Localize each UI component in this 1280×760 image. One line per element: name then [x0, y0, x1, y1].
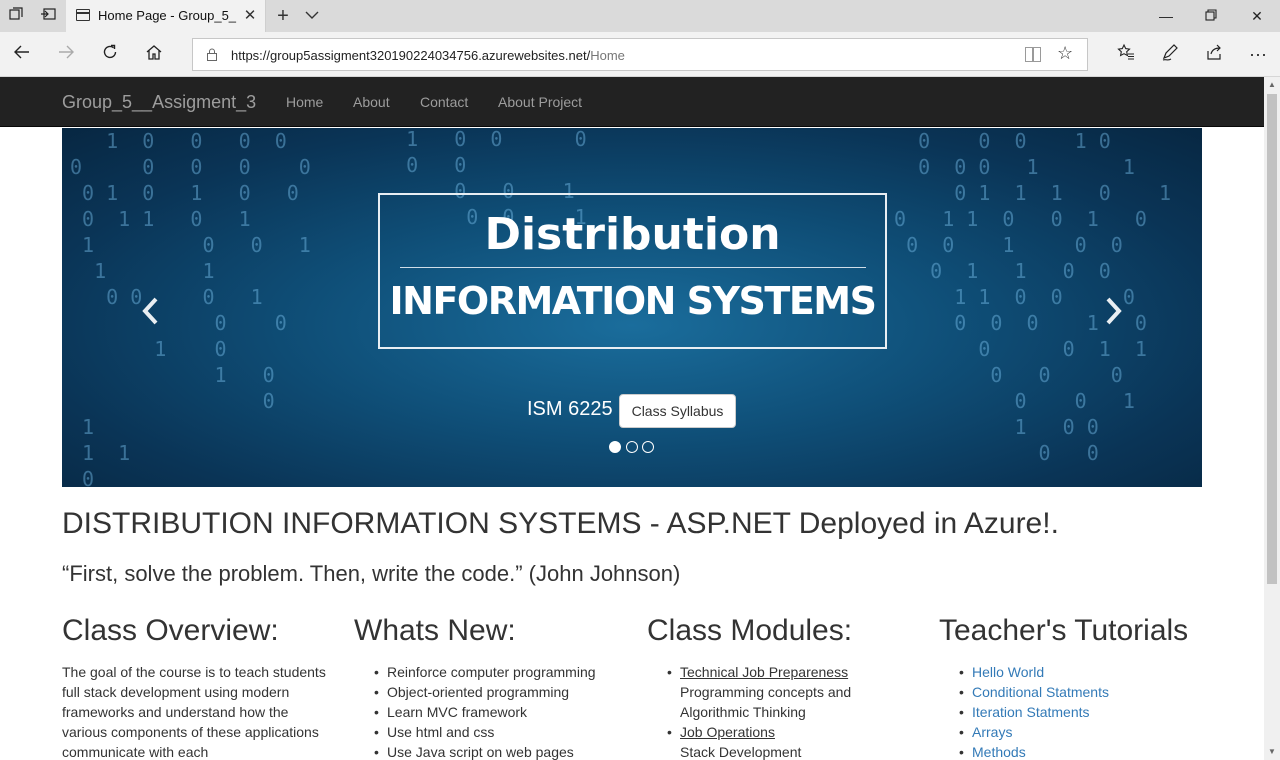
- list-item: Iteration Statments: [939, 702, 1209, 722]
- list-item: Methods: [939, 742, 1209, 760]
- carousel: 1 0 0 0 0 0 0 0 0 0 0 1 0 1 0 0 0 1 1 0 …: [62, 128, 1202, 487]
- banner-title-box: Distribution INFORMATION SYSTEMS: [378, 193, 887, 349]
- list-item: Object-oriented programming: [354, 682, 624, 702]
- restore-icon[interactable]: [1201, 6, 1221, 26]
- nav-about[interactable]: About: [353, 94, 390, 110]
- browser-tab-bar: Home Page - Group_5_ ✕ + — ✕: [0, 0, 1280, 32]
- teacher-tutorials-heading: Teacher's Tutorials: [939, 614, 1189, 647]
- list-item: Use html and css: [354, 722, 624, 742]
- close-window-icon[interactable]: ✕: [1247, 6, 1267, 26]
- page-title: DISTRIBUTION INFORMATION SYSTEMS - ASP.N…: [62, 507, 1059, 540]
- browser-toolbar: https://group5assigment320190224034756.a…: [0, 32, 1280, 77]
- address-bar[interactable]: https://group5assigment320190224034756.a…: [192, 38, 1088, 71]
- favorite-star-icon[interactable]: ☆: [1057, 43, 1073, 64]
- class-modules-heading: Class Modules:: [647, 614, 853, 647]
- url-text: https://group5assigment320190224034756.a…: [231, 48, 625, 63]
- tab-actions-icon[interactable]: [6, 6, 26, 26]
- tutorials-list: Hello World Conditional Statments Iterat…: [939, 662, 1209, 760]
- more-icon[interactable]: ⋯: [1246, 43, 1270, 67]
- class-overview-text: The goal of the course is to teach stude…: [62, 664, 326, 760]
- banner-subtitle: INFORMATION SYSTEMS: [389, 279, 877, 323]
- binary-background-left: 1 0 0 0 0 0 0 0 0 0 0 1 0 1 0 0 0 1 1 0 …: [70, 129, 311, 487]
- forward-icon[interactable]: [54, 43, 78, 67]
- quote: “First, solve the problem. Then, write t…: [62, 561, 681, 586]
- active-tab[interactable]: Home Page - Group_5_ ✕: [66, 0, 266, 32]
- pen-icon[interactable]: [1158, 43, 1182, 67]
- module-technical-job: Technical Job Prepareness: [647, 662, 917, 682]
- tutorial-link[interactable]: Iteration Statments: [972, 704, 1090, 720]
- list-item: Arrays: [939, 722, 1209, 742]
- carousel-indicator-2[interactable]: [626, 441, 638, 453]
- nav-home[interactable]: Home: [286, 94, 323, 110]
- site-brand[interactable]: Group_5__Assigment_3: [62, 92, 256, 113]
- url-host: https://group5assigment320190224034756.a…: [231, 48, 591, 63]
- banner-divider: [400, 267, 866, 268]
- nav-contact[interactable]: Contact: [420, 94, 468, 110]
- nav-about-project[interactable]: About Project: [498, 94, 582, 110]
- tutorial-link[interactable]: Methods: [972, 744, 1026, 760]
- carousel-indicator-3[interactable]: [642, 441, 654, 453]
- reading-view-icon[interactable]: [1025, 47, 1041, 62]
- whats-new-list: Reinforce computer programming Object-or…: [354, 662, 624, 760]
- minimize-icon[interactable]: —: [1156, 6, 1176, 26]
- list-item: Conditional Statments: [939, 682, 1209, 702]
- tutorial-link[interactable]: Hello World: [972, 664, 1044, 680]
- carousel-indicators: [609, 440, 657, 454]
- home-icon[interactable]: [142, 43, 166, 67]
- class-syllabus-button[interactable]: Class Syllabus: [619, 394, 736, 428]
- class-modules-column: Class Modules: Technical Job Prepareness…: [647, 614, 917, 760]
- site-navbar: Group_5__Assigment_3 Home About Contact …: [0, 77, 1264, 127]
- close-tab-icon[interactable]: ✕: [240, 6, 260, 26]
- module-desc: Algorithmic Thinking: [680, 704, 806, 720]
- module-technical-job-link[interactable]: Technical Job Prepareness: [680, 664, 848, 680]
- page-scrollbar[interactable]: ▲ ▼: [1264, 77, 1280, 760]
- carousel-prev-icon[interactable]: [136, 296, 166, 337]
- back-icon[interactable]: [10, 43, 34, 67]
- module-desc: Stack Development: [680, 744, 802, 760]
- web-page: Group_5__Assigment_3 Home About Contact …: [0, 77, 1264, 760]
- tabs-aside-icon[interactable]: [38, 6, 58, 26]
- chevron-down-icon[interactable]: [304, 7, 324, 25]
- favorites-list-icon[interactable]: [1114, 43, 1138, 67]
- scroll-up-icon[interactable]: ▲: [1264, 77, 1280, 93]
- class-modules-list: Technical Job Prepareness Programming co…: [647, 662, 917, 760]
- carousel-next-icon[interactable]: [1098, 296, 1128, 337]
- share-icon[interactable]: [1202, 43, 1226, 67]
- url-path: Home: [590, 48, 625, 63]
- carousel-caption: ISM 6225: [527, 398, 613, 420]
- class-overview-column: Class Overview: The goal of the course i…: [62, 614, 332, 760]
- list-item: Learn MVC framework: [354, 702, 624, 722]
- tutorial-link[interactable]: Arrays: [972, 724, 1012, 740]
- module-desc: Programming concepts and: [680, 684, 852, 700]
- tutorial-link[interactable]: Conditional Statments: [972, 684, 1109, 700]
- list-item: Use Java script on web pages: [354, 742, 624, 760]
- teacher-tutorials-column: Teacher's Tutorials Hello World Conditio…: [939, 614, 1209, 760]
- refresh-icon[interactable]: [98, 43, 122, 67]
- module-job-operations-link[interactable]: Job Operations: [680, 724, 775, 740]
- list-item: Hello World: [939, 662, 1209, 682]
- tab-title: Home Page - Group_5_: [98, 8, 237, 23]
- scrollbar-thumb[interactable]: [1267, 94, 1277, 584]
- whats-new-column: Whats New: Reinforce computer programmin…: [354, 614, 624, 760]
- carousel-indicator-1[interactable]: [609, 441, 621, 453]
- lock-icon: [207, 48, 217, 61]
- class-overview-heading: Class Overview:: [62, 614, 279, 647]
- banner-title: Distribution: [484, 209, 781, 260]
- whats-new-heading: Whats New:: [354, 614, 516, 647]
- scroll-down-icon[interactable]: ▼: [1264, 744, 1280, 760]
- list-item: Reinforce computer programming: [354, 662, 624, 682]
- new-tab-icon[interactable]: +: [272, 5, 294, 27]
- module-job-operations: Job Operations: [647, 722, 917, 742]
- page-icon: [76, 9, 90, 21]
